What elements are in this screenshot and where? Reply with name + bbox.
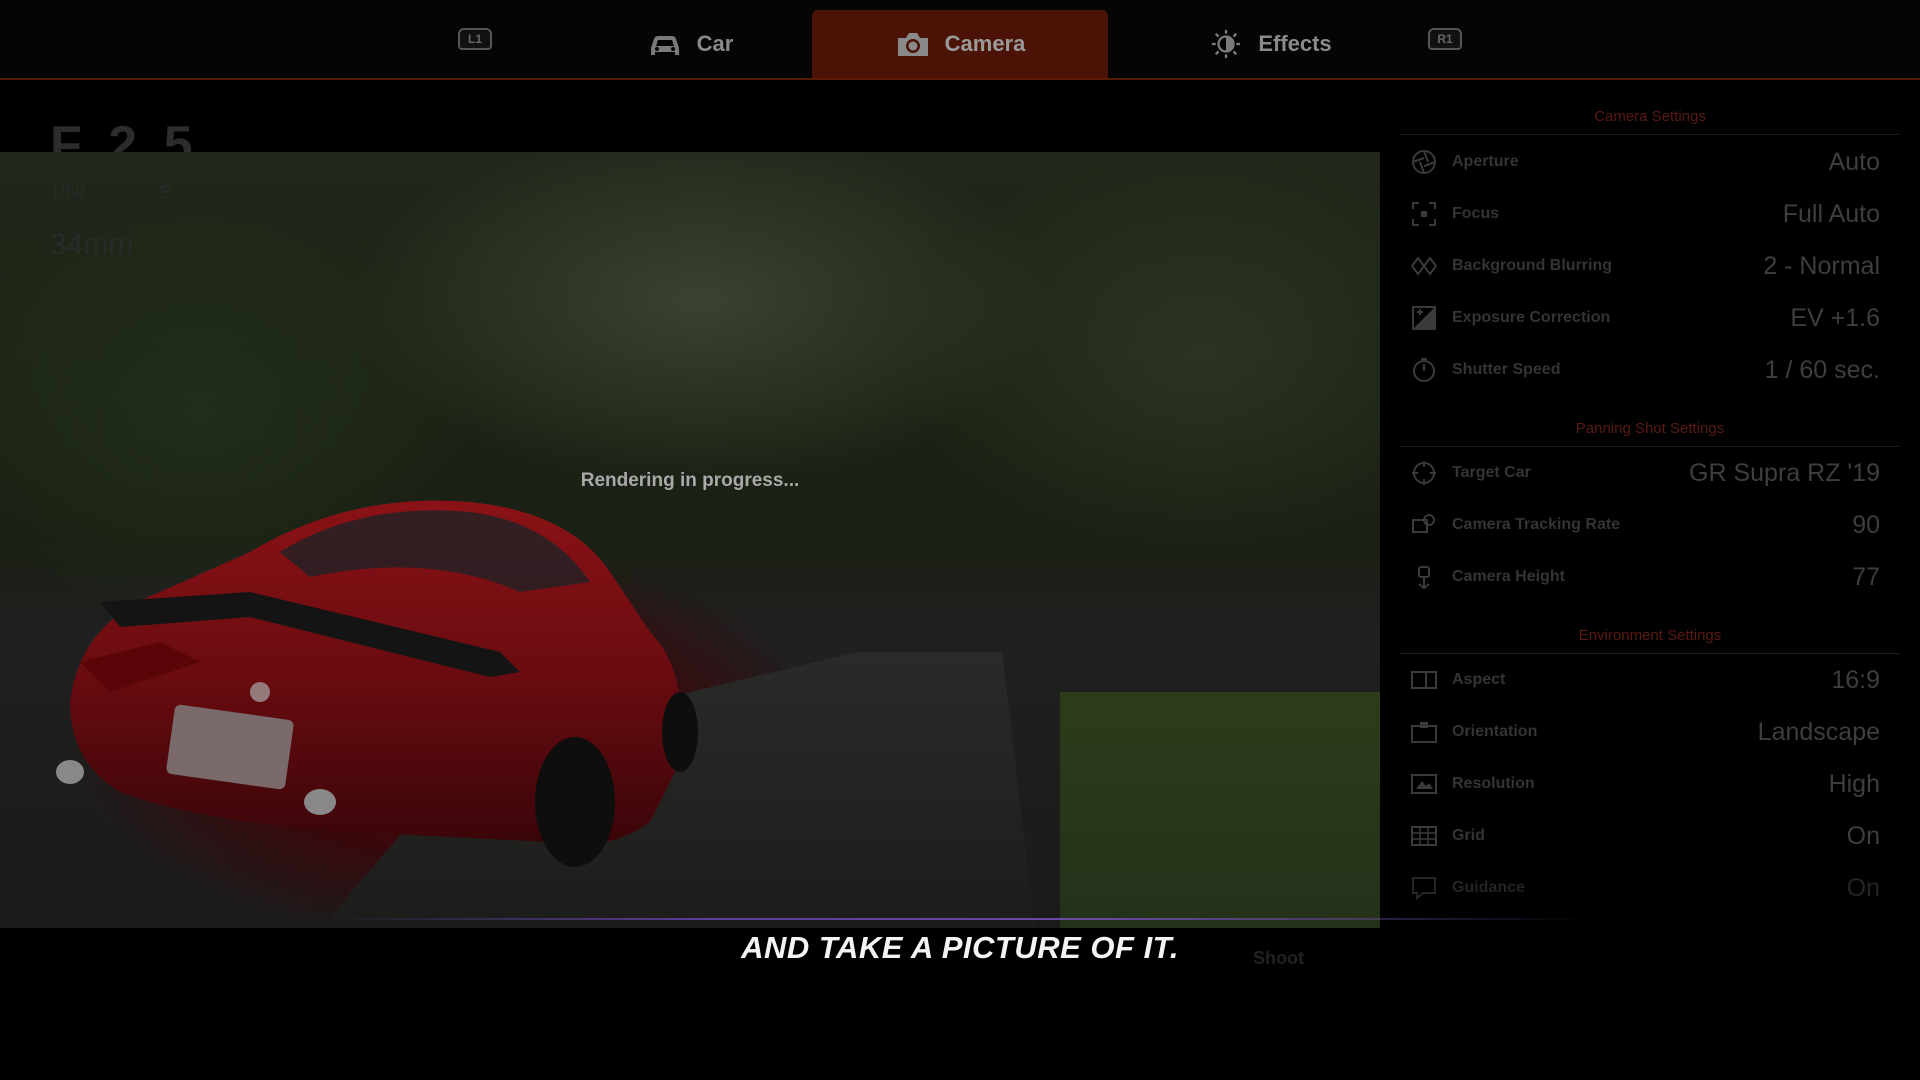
setting-label: Camera Tracking Rate xyxy=(1452,516,1621,533)
divider-line xyxy=(330,918,1590,920)
setting-label: Background Blurring xyxy=(1452,257,1613,274)
divider xyxy=(1400,653,1900,654)
setting-value: High xyxy=(1828,769,1880,798)
panning-settings-title: Panning Shot Settings xyxy=(1575,420,1725,437)
setting-label: Guidance xyxy=(1452,879,1525,896)
setting-background-blurring[interactable]: Background Blurring 2 - Normal xyxy=(1400,246,1880,286)
setting-exposure-correction[interactable]: Exposure Correction EV +1.6 xyxy=(1400,298,1880,338)
setting-value: 77 xyxy=(1852,562,1880,591)
blur-icon xyxy=(1410,252,1438,280)
setting-label: Focus xyxy=(1452,205,1500,222)
tab-car[interactable]: Car xyxy=(600,10,780,78)
setting-label: Aperture xyxy=(1452,153,1519,170)
divider xyxy=(1400,446,1900,447)
setting-value: On xyxy=(1846,821,1880,850)
setting-value: 1 / 60 sec. xyxy=(1764,355,1880,384)
focus-icon xyxy=(1410,200,1438,228)
setting-focus[interactable]: Focus Full Auto xyxy=(1400,194,1880,234)
height-icon xyxy=(1410,563,1438,591)
exposure-icon xyxy=(1410,304,1438,332)
setting-camera-tracking-rate[interactable]: Camera Tracking Rate 90 xyxy=(1400,505,1880,545)
setting-value: On xyxy=(1846,873,1880,902)
mode-tab-bar: L1 Car Camera Effects R1 xyxy=(0,0,1920,80)
rendering-status: Rendering in progress... xyxy=(580,470,800,491)
orientation-icon xyxy=(1410,718,1438,746)
setting-camera-height[interactable]: Camera Height 77 xyxy=(1400,557,1880,597)
setting-value: GR Supra RZ '19 xyxy=(1689,458,1880,487)
tab-effects-label: Effects xyxy=(1258,31,1332,56)
grass xyxy=(1060,692,1380,928)
setting-orientation[interactable]: Orientation Landscape xyxy=(1400,712,1880,752)
photo-viewport[interactable]: Rendering in progress... xyxy=(0,152,1380,928)
l1-button-hint[interactable]: L1 xyxy=(458,28,492,50)
setting-value: Landscape xyxy=(1757,717,1880,746)
setting-value: Auto xyxy=(1828,147,1880,176)
grid-icon xyxy=(1410,822,1438,850)
shutter-readout: 1/60 xyxy=(50,182,86,202)
setting-value: 2 - Normal xyxy=(1763,251,1880,280)
mode-readout: E xyxy=(160,182,173,202)
divider xyxy=(1400,134,1900,135)
video-subtitle: AND TAKE A PICTURE OF IT. xyxy=(741,930,1179,965)
tab-car-label: Car xyxy=(696,31,734,56)
resolution-icon xyxy=(1410,770,1438,798)
setting-value: EV +1.6 xyxy=(1790,303,1880,332)
car-icon xyxy=(650,36,679,55)
setting-resolution[interactable]: Resolution High xyxy=(1400,764,1880,804)
aperture-icon xyxy=(1410,148,1438,176)
stopwatch-icon xyxy=(1410,356,1438,384)
setting-label: Orientation xyxy=(1452,723,1538,740)
setting-label: Resolution xyxy=(1452,775,1535,792)
setting-aperture[interactable]: Aperture Auto xyxy=(1400,142,1880,182)
aspect-icon xyxy=(1410,666,1438,694)
tab-effects[interactable]: Effects xyxy=(1190,10,1350,78)
target-icon xyxy=(1410,459,1438,487)
r1-button-hint[interactable]: R1 xyxy=(1428,28,1462,50)
setting-grid[interactable]: Grid On xyxy=(1400,816,1880,856)
camera-settings-title: Camera Settings xyxy=(1594,108,1706,125)
setting-guidance[interactable]: Guidance On xyxy=(1400,868,1880,908)
setting-value: 16:9 xyxy=(1831,665,1880,694)
setting-label: Camera Height xyxy=(1452,568,1565,585)
tab-camera[interactable]: Camera xyxy=(812,10,1108,78)
setting-label: Target Car xyxy=(1452,464,1531,481)
brightness-icon xyxy=(1212,29,1241,59)
setting-aspect[interactable]: Aspect 16:9 xyxy=(1400,660,1880,700)
camera-icon xyxy=(897,33,928,56)
setting-value: Full Auto xyxy=(1782,199,1880,228)
settings-panel: Camera Settings Aperture Auto Focus Full… xyxy=(1400,98,1900,958)
setting-label: Aspect xyxy=(1452,671,1506,688)
guidance-icon xyxy=(1410,874,1438,902)
setting-label: Grid xyxy=(1452,827,1485,844)
environment-settings-title: Environment Settings xyxy=(1578,627,1722,644)
setting-label: Exposure Correction xyxy=(1452,309,1611,326)
setting-target-car[interactable]: Target Car GR Supra RZ '19 xyxy=(1400,453,1880,493)
setting-label: Shutter Speed xyxy=(1452,361,1561,378)
setting-value: 90 xyxy=(1852,510,1880,539)
tracking-icon xyxy=(1410,511,1438,539)
focal-length-readout: 34mm xyxy=(50,228,134,261)
tab-camera-label: Camera xyxy=(944,31,1026,56)
setting-shutter-speed[interactable]: Shutter Speed 1 / 60 sec. xyxy=(1400,350,1880,390)
